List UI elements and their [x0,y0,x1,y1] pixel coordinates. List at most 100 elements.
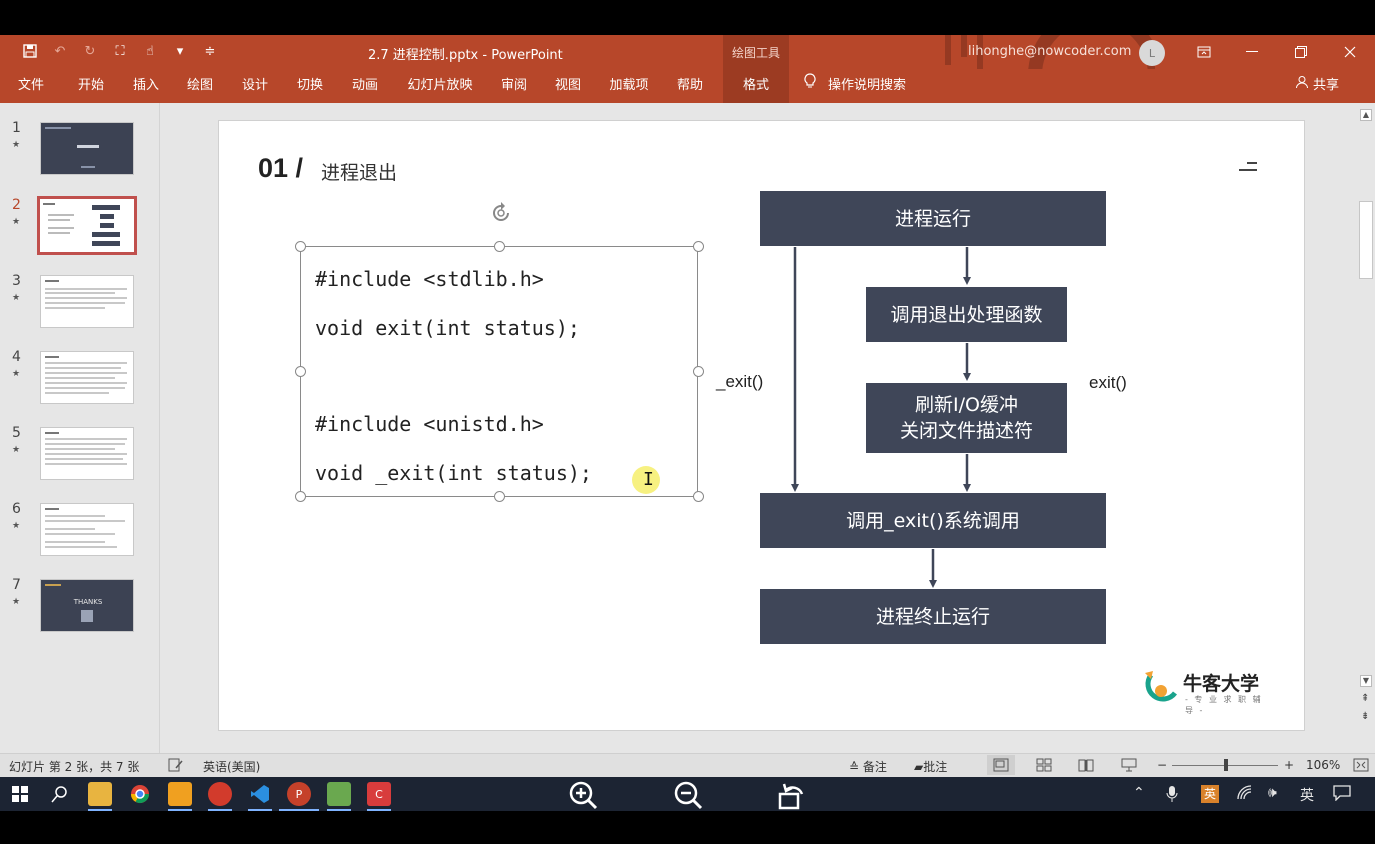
zoom-level[interactable]: 106% [1306,758,1340,772]
spelling-check-icon[interactable] [168,758,184,775]
thumbnail-slide-4[interactable]: 4 ★ [0,349,160,419]
close-button[interactable] [1326,35,1374,69]
fit-to-window-icon[interactable] [1353,758,1369,775]
next-slide-icon[interactable]: ⇟ [1361,711,1369,722]
tab-file[interactable]: 文件 [10,69,52,103]
tab-slideshow[interactable]: 幻灯片放映 [398,69,482,103]
thumbnail-slide-7[interactable]: 7 ★ THANKS [0,577,160,647]
flow-box-call-exit-syscall[interactable]: 调用_exit()系统调用 [760,493,1106,548]
resize-handle-bottom[interactable] [494,491,505,502]
notification-center-icon[interactable] [1333,785,1351,805]
windows-start-icon[interactable] [8,782,32,806]
zoom-out-button[interactable]: − [1157,758,1167,772]
tab-home[interactable]: 开始 [68,69,114,103]
app-orange-icon[interactable] [168,782,192,806]
resize-handle-left[interactable] [295,366,306,377]
minimize-button[interactable] [1228,35,1276,69]
restore-button[interactable] [1277,35,1325,69]
qat-dropdown-icon[interactable]: ▾ [170,41,190,61]
language-indicator[interactable]: 英语(美国) [203,758,260,775]
tab-animations[interactable]: 动画 [343,69,387,103]
resize-handle-right[interactable] [693,366,704,377]
thumbnail-slide-1[interactable]: 1 ★ [0,120,160,190]
thumbnail-slide-3[interactable]: 3 ★ [0,273,160,343]
comment-icon: ▰ [914,760,924,774]
slideshow-view-icon[interactable] [1115,755,1143,775]
notepad-icon[interactable] [327,782,351,806]
file-explorer-icon[interactable] [88,782,112,806]
vscode-icon[interactable] [248,782,272,806]
wifi-icon[interactable] [1237,785,1253,805]
scroll-down-icon[interactable]: ▼ [1360,675,1372,687]
slide-canvas[interactable]: 01 / 进程退出 #include <stdlib.h> void exit(… [218,120,1305,731]
resize-handle-top-right[interactable] [693,241,704,252]
slide-sorter-view-icon[interactable] [1030,755,1058,775]
ime-toolbar-icon[interactable]: 英 [1201,785,1219,803]
thumbnail-slide-5[interactable]: 5 ★ [0,425,160,495]
flow-box-flush-io[interactable]: 刷新I/O缓冲 关闭文件描述符 [866,383,1067,453]
rotate-overlay-icon[interactable] [776,780,810,810]
flow-box-call-exit-handlers[interactable]: 调用退出处理函数 [866,287,1067,342]
comments-label: 批注 [923,760,948,774]
resize-handle-top-left[interactable] [295,241,306,252]
tab-review[interactable]: 审阅 [492,69,536,103]
microphone-icon[interactable] [1166,785,1178,807]
comments-button[interactable]: ▰批注 [914,758,947,775]
tab-draw[interactable]: 绘图 [178,69,222,103]
present-from-start-icon[interactable]: ⛶ [110,41,130,61]
notes-button[interactable]: ≙ 备注 [849,758,887,775]
code-line[interactable]: #include <unistd.h> [315,412,544,436]
tab-help[interactable]: 帮助 [668,69,712,103]
code-line[interactable]: void _exit(int status); [315,461,592,485]
tab-insert[interactable]: 插入 [124,69,168,103]
redo-icon[interactable]: ↻ [80,41,100,61]
zoom-in-button[interactable]: + [1284,758,1294,772]
ribbon-display-options-icon[interactable] [1180,35,1228,69]
flow-box-process-running[interactable]: 进程运行 [760,191,1106,246]
normal-view-icon[interactable] [987,755,1015,775]
tell-me-search[interactable]: 操作说明搜索 [804,69,906,103]
account-email[interactable]: lihonghe@nowcoder.com [968,44,1131,59]
animation-star-icon: ★ [12,521,21,531]
customize-qat-icon[interactable]: ≑ [200,41,220,61]
flow-box-process-terminated[interactable]: 进程终止运行 [760,589,1106,644]
code-line[interactable]: void exit(int status); [315,316,580,340]
reading-view-icon[interactable] [1072,755,1100,775]
code-line[interactable]: #include <stdlib.h> [315,267,544,291]
zoom-slider-thumb[interactable] [1224,759,1228,771]
chrome-icon[interactable] [128,782,152,806]
slide-title[interactable]: 进程退出 [321,158,397,185]
app-red-icon[interactable] [208,782,232,806]
show-hidden-icons-icon[interactable]: ⌃ [1133,785,1145,801]
undo-icon[interactable]: ↶ [50,41,70,61]
resize-handle-bottom-right[interactable] [693,491,704,502]
scroll-up-icon[interactable]: ▲ [1360,109,1372,121]
app-c-icon[interactable]: C [367,782,391,806]
thumbnail-slide-6[interactable]: 6 ★ [0,501,160,571]
tab-format[interactable]: 格式 [723,69,789,103]
scrollbar-thumb[interactable] [1359,201,1373,279]
tab-view[interactable]: 视图 [546,69,590,103]
zoom-out-overlay-icon[interactable] [671,780,705,810]
code-textbox[interactable]: #include <stdlib.h> void exit(int status… [300,246,698,497]
quick-access-toolbar: ↶ ↻ ⛶ ☝ ▾ ≑ [20,41,220,61]
resize-handle-top[interactable] [494,241,505,252]
share-button[interactable]: 共享 [1295,69,1339,103]
tab-design[interactable]: 设计 [233,69,277,103]
tab-transitions[interactable]: 切换 [288,69,332,103]
previous-slide-icon[interactable]: ⇞ [1361,693,1369,704]
touch-mode-icon[interactable]: ☝ [140,41,160,61]
animation-star-icon: ★ [12,369,21,379]
thumbnail-slide-2[interactable]: 2 ★ [0,196,160,267]
resize-handle-bottom-left[interactable] [295,491,306,502]
avatar[interactable]: L [1139,40,1165,66]
zoom-in-overlay-icon[interactable] [566,780,600,810]
rotate-handle-icon[interactable] [487,199,515,227]
volume-icon[interactable]: 🕪 [1268,785,1277,801]
input-language-indicator[interactable]: 英 [1300,785,1314,805]
vertical-scrollbar[interactable]: ▲ ▼ ⇞ ⇟ [1357,103,1375,753]
powerpoint-icon[interactable]: P [287,782,311,806]
search-icon[interactable] [48,782,72,806]
tab-addins[interactable]: 加载项 [600,69,658,103]
save-icon[interactable] [20,41,40,61]
